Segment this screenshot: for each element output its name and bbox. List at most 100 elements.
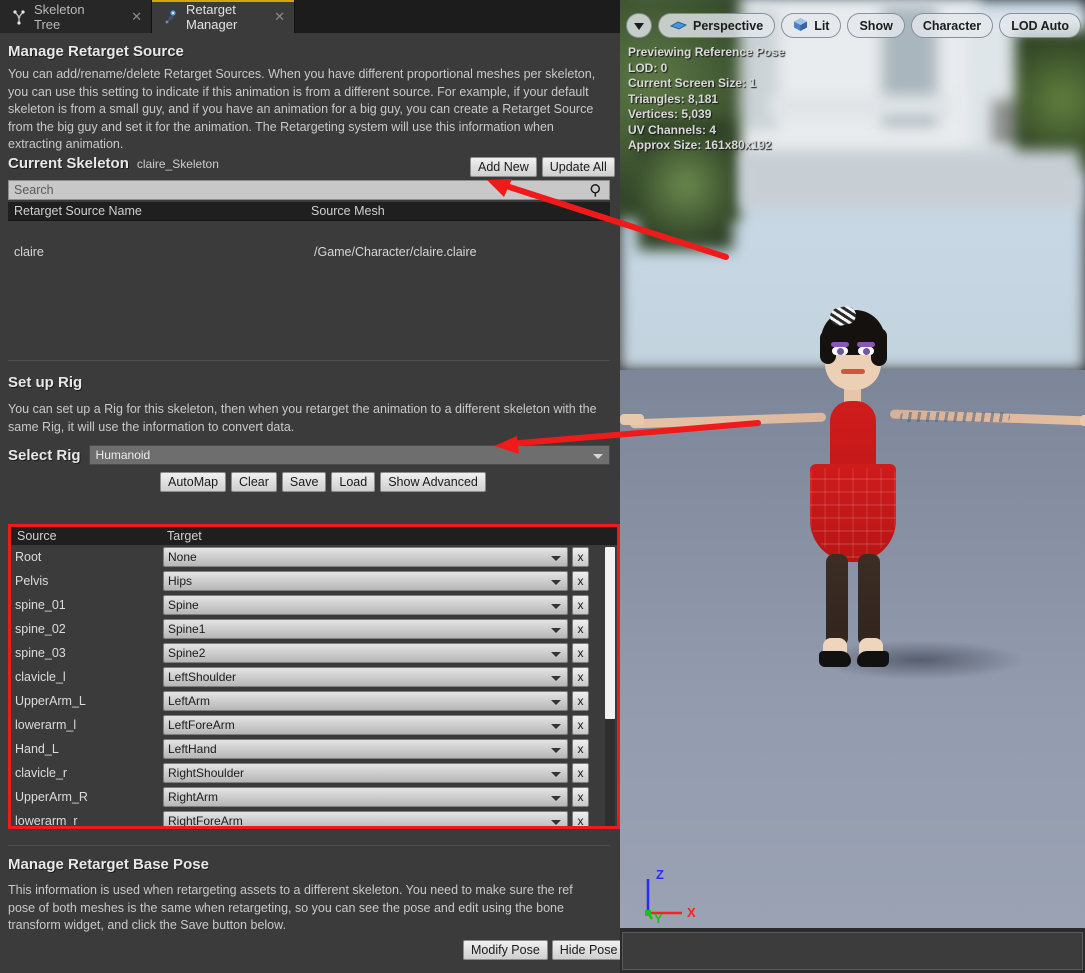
chevron-down-icon bbox=[551, 820, 561, 825]
rig-mapping-target-value: Spine2 bbox=[168, 646, 206, 660]
rig-mapping-clear-button[interactable]: x bbox=[572, 787, 589, 807]
rig-mapping-source-label: spine_03 bbox=[15, 646, 66, 660]
rig-action-buttons: AutoMap Clear Save Load Show Advanced bbox=[160, 472, 486, 492]
rig-mapping-clear-button[interactable]: x bbox=[572, 547, 589, 567]
cube-icon bbox=[793, 17, 808, 35]
rig-mapping-list: Source Target Root None x Pelvis Hips x spine_… bbox=[8, 524, 620, 829]
rig-mapping-clear-button[interactable]: x bbox=[572, 571, 589, 591]
character-menu-button[interactable]: Character bbox=[910, 13, 994, 38]
rig-mapping-clear-button[interactable]: x bbox=[572, 643, 589, 663]
rig-mapping-target-value: Spine1 bbox=[168, 622, 206, 636]
rig-mapping-clear-button[interactable]: x bbox=[572, 715, 589, 735]
tab-retarget-manager-close-icon[interactable]: ✕ bbox=[274, 9, 285, 25]
character-preview-mesh[interactable] bbox=[620, 268, 1085, 667]
retarget-source-table: claire /Game/Character/claire.claire bbox=[8, 242, 610, 377]
manage-retarget-base-pose-description: This information is used when retargetin… bbox=[8, 883, 573, 932]
rig-mapping-row[interactable]: clavicle_r RightShoulder x bbox=[11, 761, 617, 785]
rig-mapping-clear-button[interactable]: x bbox=[572, 667, 589, 687]
tab-retarget-manager[interactable]: Retarget Manager ✕ bbox=[152, 0, 295, 33]
rig-mapping-target-dropdown[interactable]: Spine2 bbox=[163, 643, 568, 663]
add-new-button[interactable]: Add New bbox=[470, 157, 537, 177]
rig-mapping-row[interactable]: Hand_L LeftHand x bbox=[11, 737, 617, 761]
rig-mapping-source-label: clavicle_l bbox=[15, 670, 66, 684]
stat-vertices: Vertices: 5,039 bbox=[628, 107, 712, 121]
rig-mapping-target-dropdown[interactable]: LeftHand bbox=[163, 739, 568, 759]
rig-mapping-row[interactable]: UpperArm_R RightArm x bbox=[11, 785, 617, 809]
rig-mapping-target-dropdown[interactable]: None bbox=[163, 547, 568, 567]
select-rig-dropdown[interactable]: Humanoid bbox=[88, 445, 610, 465]
tab-strip: Skeleton Tree ✕ Retarget Manager ✕ bbox=[0, 0, 620, 33]
automap-button[interactable]: AutoMap bbox=[160, 472, 227, 492]
viewport-scene[interactable]: Perspective Lit Show Character LOD Auto … bbox=[620, 0, 1085, 928]
select-rig-label: Select Rig bbox=[8, 446, 81, 464]
rig-mapping-row[interactable]: spine_03 Spine2 x bbox=[11, 641, 617, 665]
retarget-source-search-placeholder: Search bbox=[14, 183, 54, 197]
rig-mapping-clear-button[interactable]: x bbox=[572, 763, 589, 783]
current-skeleton-label: Current Skeleton bbox=[8, 155, 129, 172]
rig-mapping-row[interactable]: spine_02 Spine1 x bbox=[11, 617, 617, 641]
rig-mapping-header: Source Target bbox=[11, 527, 617, 545]
rig-mapping-target-dropdown[interactable]: LeftShoulder bbox=[163, 667, 568, 687]
clear-button[interactable]: Clear bbox=[231, 472, 277, 492]
rig-mapping-source-label: lowerarm_r bbox=[15, 814, 78, 828]
rig-mapping-target-dropdown[interactable]: LeftArm bbox=[163, 691, 568, 711]
update-all-button[interactable]: Update All bbox=[541, 157, 615, 177]
manage-retarget-source-description: You can add/rename/delete Retarget Sourc… bbox=[8, 67, 596, 151]
svg-text:X: X bbox=[687, 905, 696, 920]
rig-mapping-scroll-thumb[interactable] bbox=[605, 547, 615, 719]
show-menu-button[interactable]: Show bbox=[847, 13, 905, 38]
rig-mapping-clear-button[interactable]: x bbox=[572, 691, 589, 711]
rig-mapping-target-value: LeftShoulder bbox=[168, 670, 237, 684]
set-up-rig-description: You can set up a Rig for this skeleton, … bbox=[8, 402, 597, 434]
modify-pose-button[interactable]: Modify Pose bbox=[463, 940, 548, 960]
rig-mapping-clear-button[interactable]: x bbox=[572, 811, 589, 826]
rig-mapping-clear-button[interactable]: x bbox=[572, 739, 589, 759]
chevron-down-icon bbox=[551, 628, 561, 633]
rig-mapping-source-label: Hand_L bbox=[15, 742, 59, 756]
chevron-down-icon bbox=[551, 556, 561, 561]
load-button[interactable]: Load bbox=[331, 472, 376, 492]
rig-mapping-target-dropdown[interactable]: RightShoulder bbox=[163, 763, 568, 783]
viewport-stats-overlay: Previewing Reference Pose LOD: 0 Current… bbox=[628, 45, 785, 154]
rig-mapping-scrollbar[interactable] bbox=[605, 547, 615, 826]
rig-mapping-row[interactable]: UpperArm_L LeftArm x bbox=[11, 689, 617, 713]
rig-mapping-clear-button[interactable]: x bbox=[572, 595, 589, 615]
table-row[interactable]: claire /Game/Character/claire.claire bbox=[8, 242, 610, 262]
lod-auto-button[interactable]: LOD Auto bbox=[999, 13, 1082, 38]
rig-mapping-row[interactable]: lowerarm_l LeftForeArm x bbox=[11, 713, 617, 737]
retarget-source-search-input[interactable]: Search bbox=[8, 180, 610, 200]
rig-mapping-target-dropdown[interactable]: Hips bbox=[163, 571, 568, 591]
view-mode-perspective-button[interactable]: Perspective bbox=[658, 13, 776, 38]
viewport-options-button[interactable] bbox=[626, 13, 652, 38]
shading-lit-button[interactable]: Lit bbox=[781, 13, 842, 38]
rig-mapping-clear-button[interactable]: x bbox=[572, 619, 589, 639]
tab-skeleton-tree[interactable]: Skeleton Tree ✕ bbox=[0, 0, 152, 33]
rig-mapping-source-label: spine_02 bbox=[15, 622, 66, 636]
rig-mapping-row[interactable]: spine_01 Spine x bbox=[11, 593, 617, 617]
save-button[interactable]: Save bbox=[281, 472, 327, 492]
axis-gizmo: Z X Y bbox=[638, 865, 708, 928]
tab-skeleton-tree-close-icon[interactable]: ✕ bbox=[131, 9, 142, 25]
rig-mapping-target-value: RightShoulder bbox=[168, 766, 245, 780]
rig-mapping-target-dropdown[interactable]: RightArm bbox=[163, 787, 568, 807]
divider-2 bbox=[8, 845, 610, 846]
chevron-down-icon bbox=[551, 772, 561, 777]
rig-mapping-row[interactable]: Pelvis Hips x bbox=[11, 569, 617, 593]
rig-mapping-row[interactable]: lowerarm_r RightForeArm x bbox=[11, 809, 617, 828]
rig-mapping-target-dropdown[interactable]: Spine bbox=[163, 595, 568, 615]
rig-mapping-target-value: Hips bbox=[168, 574, 193, 588]
rig-mapping-target-dropdown[interactable]: RightForeArm bbox=[163, 811, 568, 826]
lod-auto-label: LOD Auto bbox=[1011, 18, 1070, 33]
hide-pose-button[interactable]: Hide Pose bbox=[551, 940, 626, 960]
perspective-icon bbox=[669, 18, 688, 34]
column-target: Target bbox=[167, 529, 202, 543]
rig-mapping-target-dropdown[interactable]: Spine1 bbox=[163, 619, 568, 639]
rig-mapping-source-label: clavicle_r bbox=[15, 766, 68, 780]
rig-mapping-row[interactable]: Root None x bbox=[11, 545, 617, 569]
show-advanced-button[interactable]: Show Advanced bbox=[380, 472, 486, 492]
set-up-rig-title: Set up Rig bbox=[8, 374, 83, 391]
rig-mapping-target-dropdown[interactable]: LeftForeArm bbox=[163, 715, 568, 735]
preview-viewport[interactable]: Perspective Lit Show Character LOD Auto … bbox=[620, 0, 1085, 973]
rig-mapping-row[interactable]: clavicle_l LeftShoulder x bbox=[11, 665, 617, 689]
rig-mapping-source-label: Pelvis bbox=[15, 574, 49, 588]
